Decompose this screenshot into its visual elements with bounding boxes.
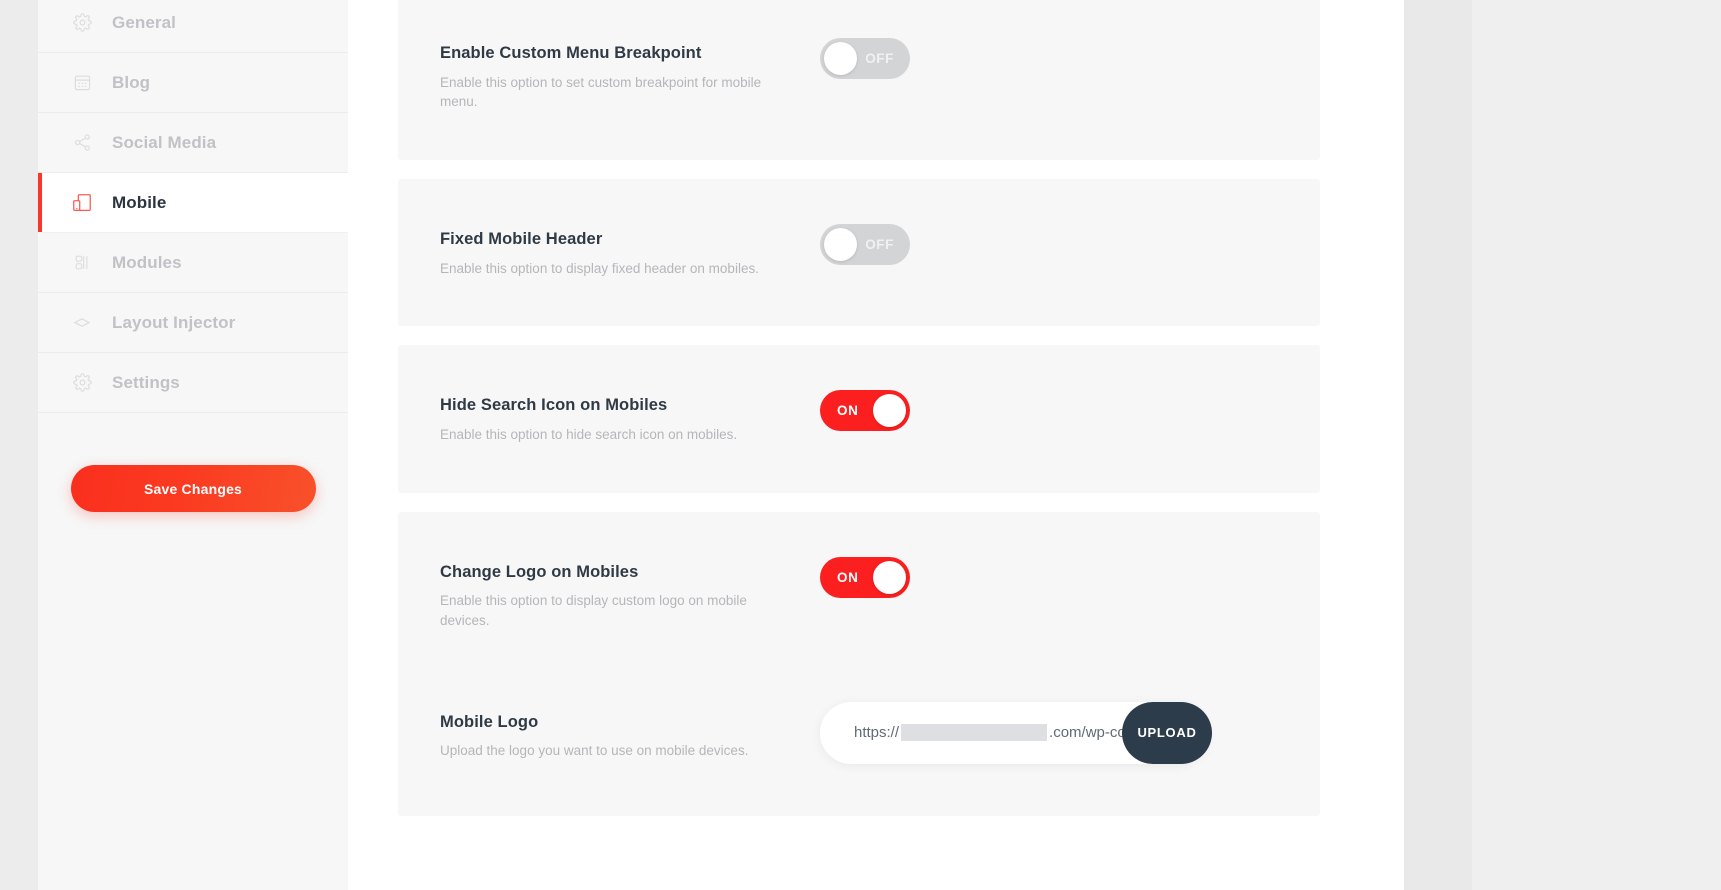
setting-text-block: Hide Search Icon on Mobiles Enable this … [440,396,820,444]
sidebar-item-blog[interactable]: Blog [38,53,348,113]
toggle-hide-search-icon-on-mobiles[interactable]: ON [820,390,910,432]
setting-row: Hide Search Icon on Mobiles Enable this … [398,345,1320,492]
toggle-knob [873,560,906,594]
setting-row: Change Logo on Mobiles Enable this optio… [398,512,1320,679]
setting-title: Change Logo on Mobiles [440,562,639,581]
toggle-knob [873,394,906,428]
toggle-enable-custom-menu-breakpoint[interactable]: OFF [820,38,910,79]
layers-icon [70,311,94,335]
save-changes-button[interactable]: Save Changes [70,465,316,512]
setting-control: OFF [820,38,1278,79]
settings-sidebar: General Blog Social Media Mobile Modules… [38,0,348,890]
right-gutter-seam [1404,0,1472,890]
save-button-container: Save Changes [38,465,348,512]
toggle-change-logo-on-mobiles[interactable]: ON [820,556,910,598]
toggle-state-label: OFF [865,236,894,252]
setting-control: OFF [820,223,1278,265]
sidebar-item-mobile[interactable]: Mobile [38,173,348,233]
setting-row-mobile-logo: Mobile Logo Upload the logo you want to … [398,679,1320,816]
setting-row: Enable Custom Menu Breakpoint Enable thi… [398,0,1320,160]
settings-cards-list: Enable Custom Menu Breakpoint Enable thi… [398,0,1320,835]
sidebar-item-settings[interactable]: Settings [38,353,348,413]
setting-control: ON [820,556,1278,598]
toggle-state-label: ON [837,569,859,585]
setting-row: Fixed Mobile Header Enable this option t… [398,179,1320,326]
setting-description: Enable this option to set custom breakpo… [440,74,762,110]
sidebar-item-label: Mobile [112,192,167,212]
sidebar-item-general[interactable]: General [38,0,348,53]
setting-description: Upload the logo you want to use on mobil… [440,743,749,759]
right-gutter [1404,0,1721,890]
sidebar-item-label: Layout Injector [112,312,236,332]
toggle-fixed-mobile-header[interactable]: OFF [820,223,910,265]
sidebar-item-label: General [112,12,177,32]
settings-content-panel: Enable Custom Menu Breakpoint Enable thi… [348,0,1404,890]
sidebar-item-label: Settings [112,372,180,392]
setting-title: Hide Search Icon on Mobiles [440,396,668,415]
upload-button[interactable]: UPLOAD [1122,701,1212,764]
setting-description: Enable this option to hide search icon o… [440,427,738,443]
toggle-knob [824,227,857,261]
sidebar-item-modules[interactable]: Modules [38,233,348,293]
setting-title: Enable Custom Menu Breakpoint [440,44,702,62]
toggle-knob [824,42,857,75]
setting-card-change-logo-on-mobiles: Change Logo on Mobiles Enable this optio… [398,511,1320,816]
setting-control: https://.com/wp-con UPLOAD [820,701,1278,764]
share-icon [70,131,94,155]
sidebar-nav: General Blog Social Media Mobile Modules… [38,0,348,413]
setting-card-fixed-mobile-header: Fixed Mobile Header Enable this option t… [398,178,1320,327]
setting-card-enable-custom-menu-breakpoint: Enable Custom Menu Breakpoint Enable thi… [398,0,1320,160]
sidebar-item-label: Modules [112,252,182,272]
sidebar-item-label: Social Media [112,132,217,152]
setting-description: Enable this option to display custom log… [440,593,747,628]
sidebar-item-social-media[interactable]: Social Media [38,113,348,173]
setting-description: Enable this option to display fixed head… [440,260,759,276]
setting-title: Fixed Mobile Header [440,229,603,248]
gear-icon [70,371,94,395]
sidebar-item-label: Blog [112,72,151,92]
toggle-state-label: OFF [865,51,894,66]
setting-text-block: Change Logo on Mobiles Enable this optio… [440,563,820,631]
settings-page: General Blog Social Media Mobile Modules… [0,0,1721,890]
url-redacted-segment [901,724,1048,742]
calendar-icon [70,71,94,95]
setting-text-block: Enable Custom Menu Breakpoint Enable thi… [440,44,820,112]
mobile-device-icon [70,191,94,215]
setting-title: Mobile Logo [440,712,539,731]
setting-control: ON [820,390,1278,432]
url-prefix-text: https:// [854,723,900,741]
setting-card-hide-search-icon-on-mobiles: Hide Search Icon on Mobiles Enable this … [398,345,1320,493]
gear-icon [70,11,94,35]
mobile-logo-upload-field: https://.com/wp-con UPLOAD [820,701,1212,764]
modules-icon [70,251,94,275]
setting-text-block: Fixed Mobile Header Enable this option t… [440,230,820,278]
left-gutter [0,0,38,890]
toggle-state-label: ON [837,403,859,419]
sidebar-item-layout-injector[interactable]: Layout Injector [38,293,348,353]
setting-text-block: Mobile Logo Upload the logo you want to … [440,713,820,761]
